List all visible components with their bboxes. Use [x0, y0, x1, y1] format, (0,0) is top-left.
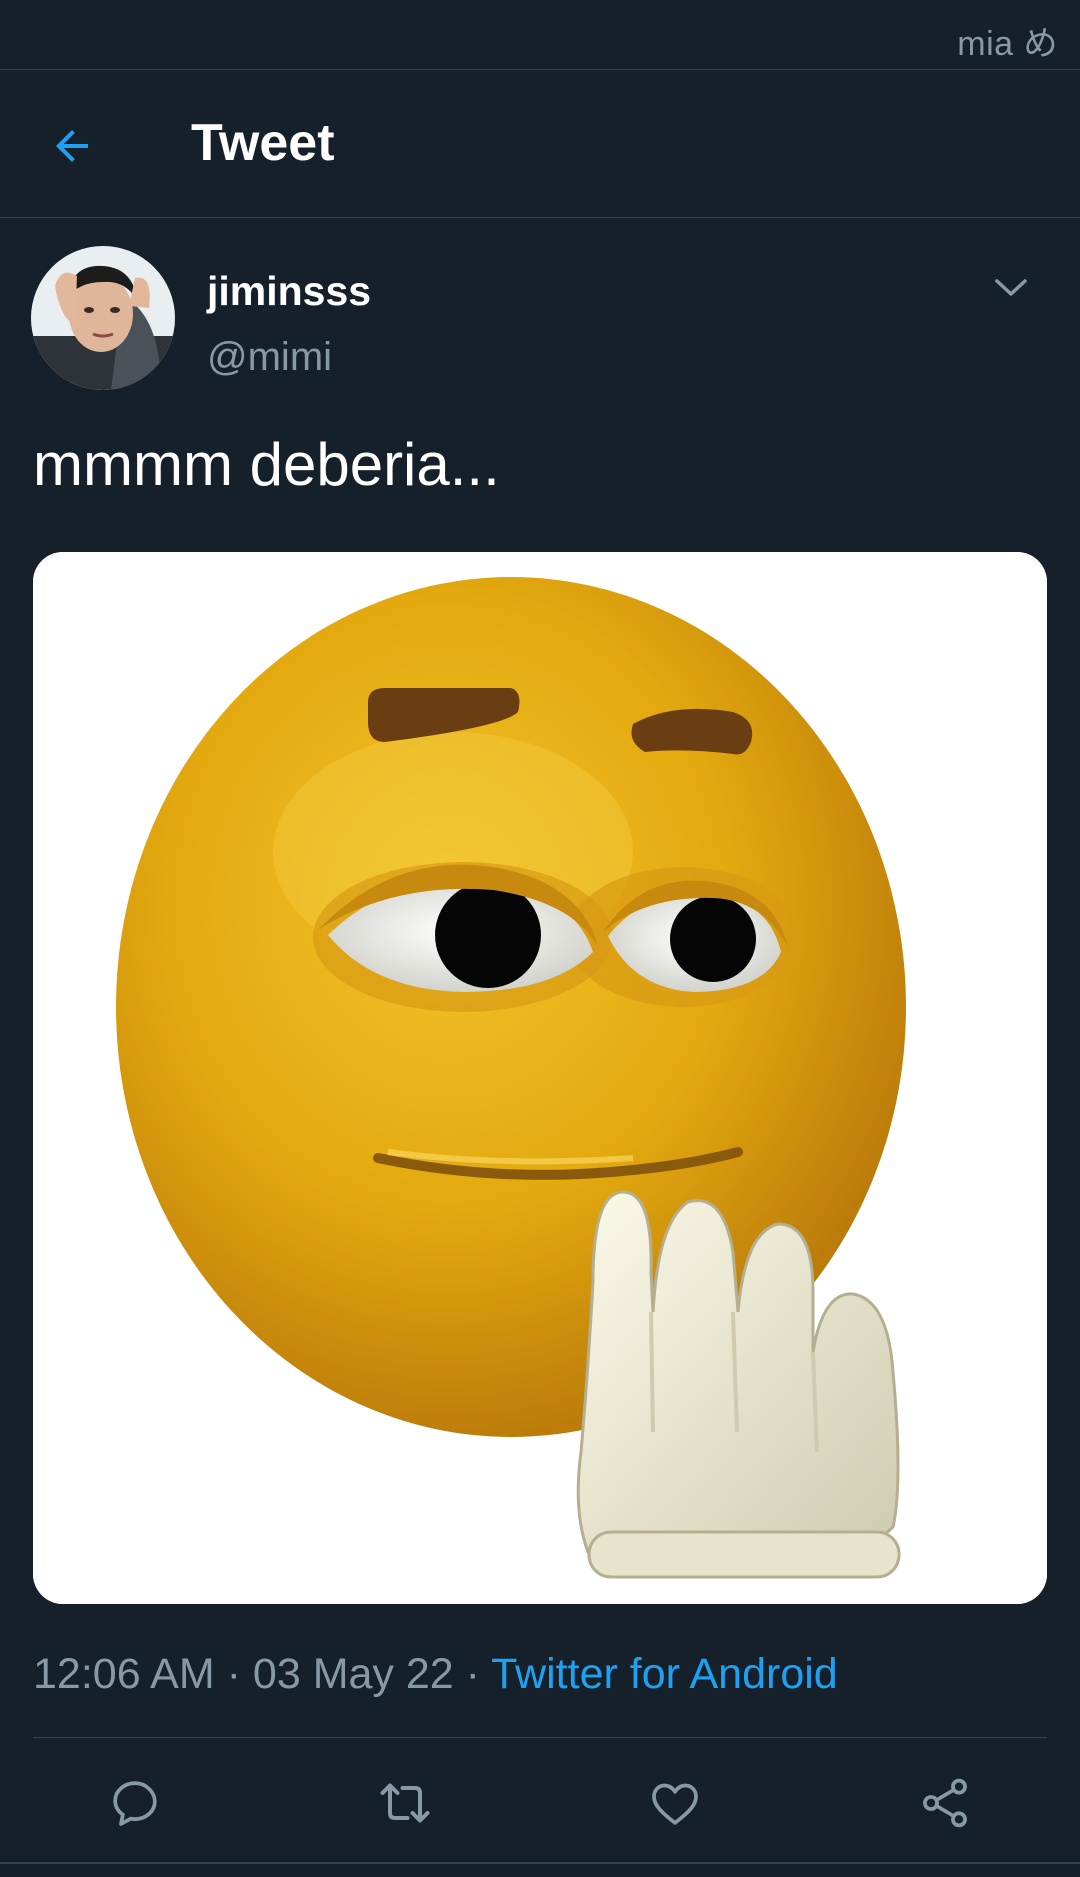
author-display-name[interactable]: jiminsss [207, 268, 371, 315]
watermark-text: mia め [957, 25, 1058, 63]
retweet-button[interactable] [370, 1768, 440, 1838]
heart-icon [652, 1783, 698, 1825]
tweet-meta: 12:06 AM · 03 May 22 · Twitter for Andro… [33, 1650, 838, 1699]
tweet-source-link[interactable]: Twitter for Android [491, 1650, 838, 1698]
reply-icon [113, 1781, 157, 1826]
bottom-divider [0, 1862, 1080, 1864]
chevron-down-icon [995, 279, 1027, 296]
tweet-options-button[interactable] [986, 268, 1036, 308]
tweet-date: 03 May 22 [252, 1650, 454, 1698]
thinking-emoji-image [33, 552, 1047, 1604]
share-button[interactable] [910, 1768, 980, 1838]
tweet-author: jiminsss @mimi [0, 218, 1080, 398]
tweet-action-bar [0, 1738, 1080, 1863]
page-title: Tweet [191, 114, 335, 172]
tweet-media-image[interactable] [33, 552, 1047, 1604]
tweet-time: 12:06 AM [33, 1650, 215, 1698]
meta-separator: · [226, 1650, 241, 1698]
arrow-left-icon [56, 130, 88, 162]
reply-button[interactable] [100, 1768, 170, 1838]
share-icon [923, 1778, 967, 1828]
avatar-photo [31, 246, 175, 390]
status-bar: mia め [0, 0, 1080, 70]
retweet-icon [380, 1783, 430, 1823]
meta-separator: · [465, 1650, 480, 1698]
avatar[interactable] [31, 246, 175, 390]
back-button[interactable] [40, 114, 104, 178]
author-handle[interactable]: @mimi [207, 335, 332, 380]
app-header: Tweet [0, 70, 1080, 218]
tweet-text: mmmm deberia... [33, 431, 500, 498]
like-button[interactable] [640, 1768, 710, 1838]
